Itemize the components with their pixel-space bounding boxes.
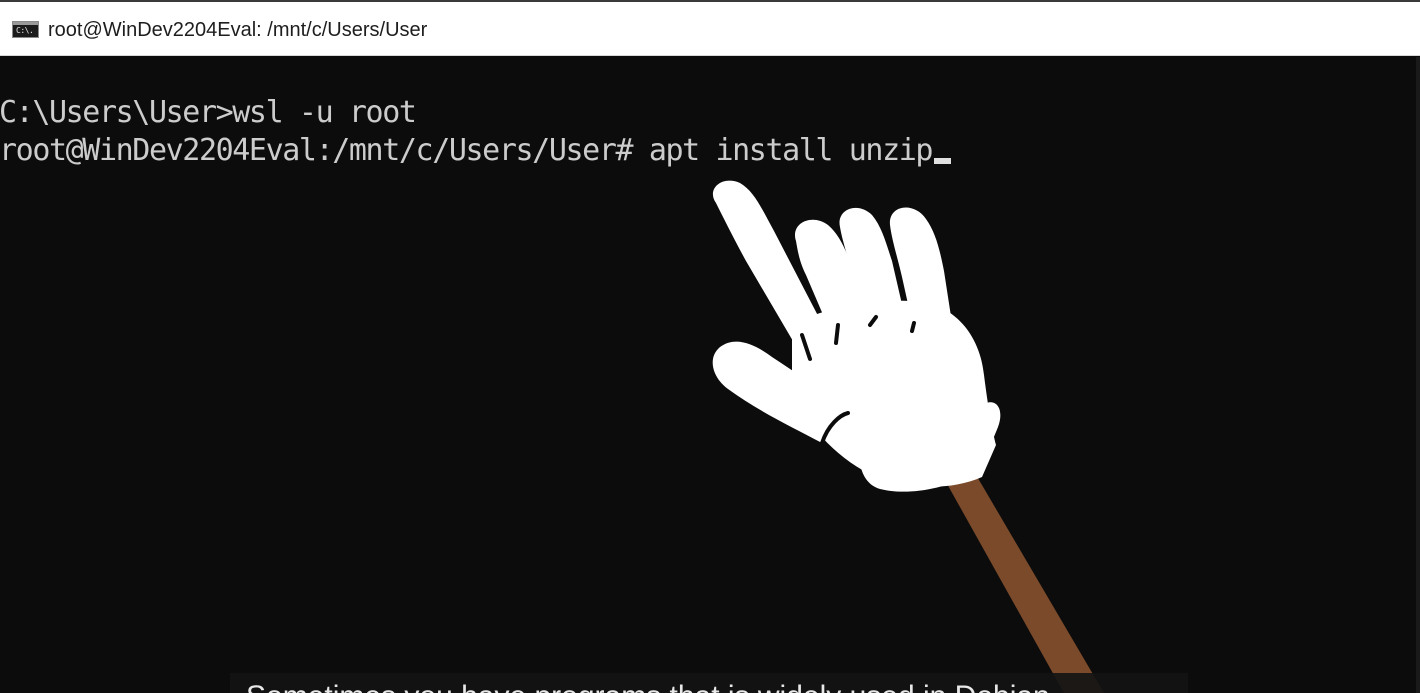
scrollbar-track[interactable] [1416, 57, 1420, 693]
shell-prompt: root@WinDev2204Eval:/mnt/c/Users/User# [0, 133, 649, 168]
pointing-hand-icon [712, 180, 1104, 693]
video-caption: Sometimes you have programs that is wide… [230, 673, 1188, 693]
console-line: C:\Users\User>wsl -u root [0, 95, 417, 130]
title-bar[interactable]: C:\. root@WinDev2204Eval: /mnt/c/Users/U… [0, 2, 1420, 56]
typed-command: apt install unzip [648, 133, 934, 168]
console-icon-bar [13, 22, 38, 25]
window-title: root@WinDev2204Eval: /mnt/c/Users/User [48, 19, 428, 41]
pointer-stick [932, 451, 1104, 693]
text-cursor [934, 158, 952, 164]
console-icon-glyph: C:\. [16, 26, 34, 35]
glove [712, 180, 1001, 492]
terminal-window: C:\. root@WinDev2204Eval: /mnt/c/Users/U… [0, 0, 1420, 693]
caption-text: Sometimes you have programs that is wide… [246, 679, 1050, 693]
console-line-text: C:\Users\User>wsl -u root [0, 95, 417, 130]
console-icon[interactable]: C:\. [12, 21, 39, 38]
console-line: root@WinDev2204Eval:/mnt/c/Users/User# a… [0, 133, 952, 168]
